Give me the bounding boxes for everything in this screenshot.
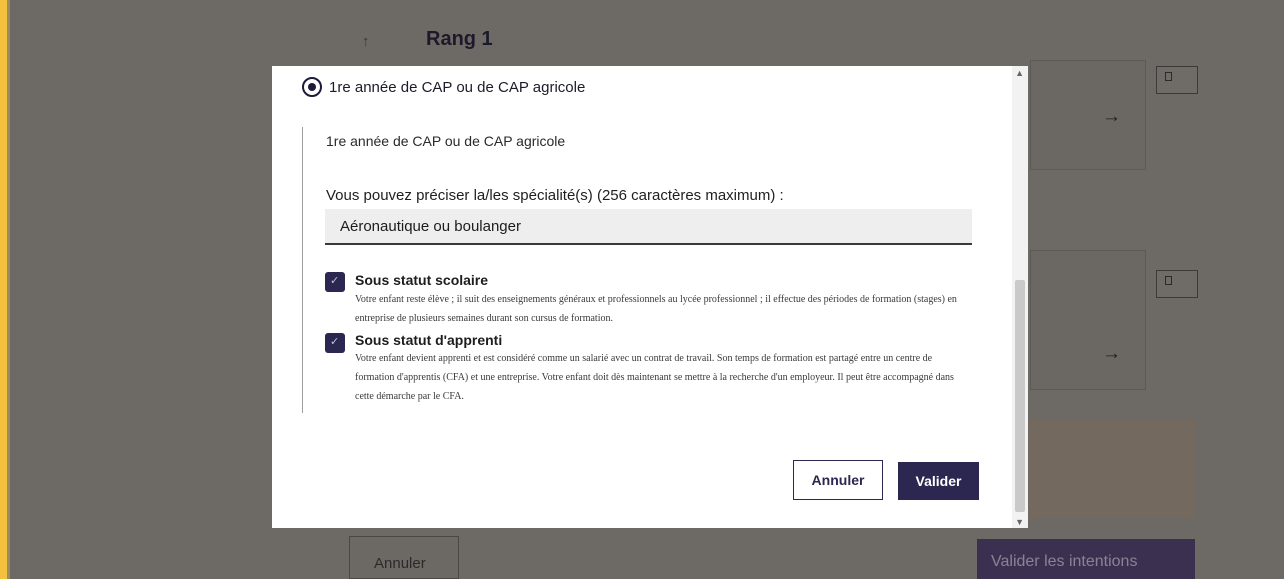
- dialog-cancel-button[interactable]: Annuler: [793, 460, 883, 500]
- selected-radio[interactable]: [302, 77, 322, 97]
- trash-icon: [1165, 276, 1172, 285]
- cap-option-radio-row[interactable]: 1re année de CAP ou de CAP agricole: [302, 77, 585, 97]
- scrollbar-thumb[interactable]: [1015, 280, 1025, 512]
- section-title: 1re année de CAP ou de CAP agricole: [326, 133, 566, 149]
- left-accent-stripe-shadow: [7, 0, 10, 579]
- left-accent-stripe: [0, 0, 7, 579]
- scroll-up-icon[interactable]: ▲: [1015, 68, 1024, 78]
- arrow-right-icon[interactable]: →: [1102, 343, 1121, 365]
- school-status-checkbox[interactable]: [325, 272, 345, 292]
- school-status-description: Votre enfant reste élève ; il suit des e…: [355, 294, 957, 324]
- trash-icon: [1165, 72, 1172, 81]
- move-up-icon[interactable]: ↑: [362, 33, 370, 50]
- specialty-label: Vous pouvez préciser la/les spécialité(s…: [326, 187, 784, 204]
- dialog-validate-button[interactable]: Valider: [898, 462, 979, 500]
- delete-button[interactable]: [1156, 66, 1198, 94]
- apprentice-status-description: Votre enfant devient apprenti et est con…: [355, 353, 954, 402]
- choice-card[interactable]: [1030, 60, 1146, 170]
- info-panel: [1024, 420, 1196, 518]
- choice-card[interactable]: [1030, 250, 1146, 390]
- apprentice-status-checkbox[interactable]: [325, 333, 345, 353]
- specialty-input[interactable]: [325, 209, 972, 245]
- school-status-title: Sous statut scolaire: [355, 272, 489, 288]
- validate-intentions-button[interactable]: Valider les intentions: [977, 539, 1195, 579]
- scroll-down-icon[interactable]: ▼: [1015, 517, 1024, 527]
- delete-button[interactable]: [1156, 270, 1198, 298]
- dialog-scrollbar[interactable]: ▲ ▼: [1012, 66, 1028, 528]
- apprentice-status-title: Sous statut d'apprenti: [355, 332, 503, 348]
- cap-option-label: 1re année de CAP ou de CAP agricole: [329, 78, 586, 96]
- cap-option-dialog: 1re année de CAP ou de CAP agricole 1re …: [272, 66, 1028, 528]
- arrow-right-icon[interactable]: →: [1102, 106, 1121, 128]
- rank-title: Rang 1: [426, 28, 493, 50]
- section-indent-line: [302, 127, 303, 413]
- page-cancel-button[interactable]: Annuler: [349, 536, 459, 579]
